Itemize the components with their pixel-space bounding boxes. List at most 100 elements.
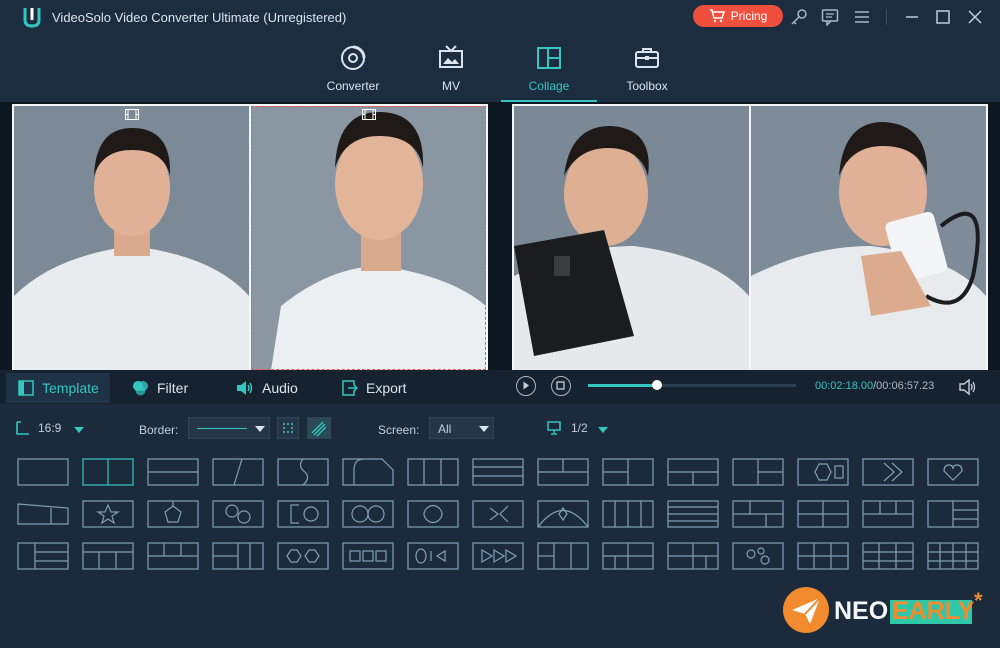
template-option[interactable] (342, 458, 394, 486)
key-icon[interactable] (790, 8, 808, 26)
video-cell-2[interactable] (251, 106, 486, 370)
volume-icon[interactable] (958, 378, 978, 396)
divider (886, 9, 887, 25)
border-grid-toggle[interactable] (277, 417, 299, 439)
template-layout-icon (147, 500, 199, 528)
template-option[interactable] (797, 500, 849, 528)
border-line-preview (197, 428, 247, 429)
template-option[interactable] (732, 500, 784, 528)
template-layout-icon (667, 458, 719, 486)
template-option[interactable] (407, 458, 459, 486)
tab-template[interactable]: Template (6, 373, 110, 403)
play-button[interactable] (516, 376, 536, 396)
stop-icon (556, 381, 565, 390)
template-option[interactable] (342, 542, 394, 570)
template-option[interactable] (537, 458, 589, 486)
feedback-icon[interactable] (821, 8, 839, 26)
ratio-select[interactable]: 16:9 (16, 421, 61, 435)
tab-label: Template (42, 380, 99, 396)
template-option[interactable] (537, 542, 589, 570)
template-option[interactable] (82, 542, 134, 570)
template-option[interactable] (147, 458, 199, 486)
template-option[interactable] (277, 542, 329, 570)
template-option[interactable] (212, 500, 264, 528)
template-option[interactable] (862, 458, 914, 486)
template-option[interactable] (927, 500, 979, 528)
template-option[interactable] (342, 500, 394, 528)
template-option[interactable] (667, 542, 719, 570)
video-frame (14, 106, 249, 370)
template-option[interactable] (82, 458, 134, 486)
tab-converter[interactable]: Converter (305, 34, 401, 102)
template-option[interactable] (732, 542, 784, 570)
template-option[interactable] (537, 500, 589, 528)
chevron-down-icon[interactable] (598, 427, 608, 433)
template-option[interactable] (407, 500, 459, 528)
border-style-dropdown[interactable] (188, 417, 270, 439)
video-frame (751, 106, 986, 370)
template-option[interactable] (407, 542, 459, 570)
progress-handle[interactable] (651, 380, 662, 390)
template-option[interactable] (667, 458, 719, 486)
svg-text:EARLY: EARLY (892, 597, 975, 625)
screen-dropdown[interactable]: All (429, 417, 494, 439)
template-layout-icon (147, 458, 199, 486)
pricing-label: Pricing (730, 9, 768, 23)
template-option[interactable] (472, 500, 524, 528)
video-frame (514, 106, 749, 370)
template-option[interactable] (862, 542, 914, 570)
tab-collage[interactable]: Collage (501, 34, 597, 102)
template-layout-icon (82, 500, 134, 528)
tab-label: Toolbox (626, 79, 668, 93)
progress-bar[interactable] (588, 380, 796, 390)
template-option[interactable] (17, 500, 69, 528)
template-layout-icon (472, 500, 524, 528)
template-option[interactable] (472, 542, 524, 570)
template-layout-icon (147, 542, 199, 570)
template-layout-icon (342, 542, 394, 570)
template-option[interactable] (602, 458, 654, 486)
stop-button[interactable] (551, 376, 571, 396)
template-option[interactable] (602, 542, 654, 570)
preview-cell-2 (751, 106, 986, 370)
border-pattern-toggle[interactable] (307, 417, 331, 439)
template-option[interactable] (472, 458, 524, 486)
template-option[interactable] (862, 500, 914, 528)
pricing-button[interactable]: Pricing (693, 5, 783, 27)
tab-export[interactable]: Export (342, 373, 406, 403)
template-layout-icon (797, 458, 849, 486)
template-option[interactable] (277, 458, 329, 486)
template-option[interactable] (212, 458, 264, 486)
current-time: 00:02:18.00 (815, 380, 874, 392)
tab-mv[interactable]: MV (403, 34, 499, 102)
template-option[interactable] (147, 542, 199, 570)
template-option[interactable] (147, 500, 199, 528)
tab-toolbox[interactable]: Toolbox (599, 34, 695, 102)
page-select[interactable]: 1/2 (547, 421, 588, 435)
template-layout-icon (342, 500, 394, 528)
template-layout-icon (82, 542, 134, 570)
template-option[interactable] (277, 500, 329, 528)
template-option[interactable] (797, 458, 849, 486)
template-option[interactable] (927, 458, 979, 486)
template-option[interactable] (732, 458, 784, 486)
template-option[interactable] (17, 542, 69, 570)
template-option[interactable] (927, 542, 979, 570)
screen-label: Screen: (378, 423, 420, 437)
chevron-down-icon[interactable] (74, 427, 84, 433)
close-icon[interactable] (966, 8, 984, 26)
template-layout-icon (602, 500, 654, 528)
maximize-icon[interactable] (934, 8, 952, 26)
template-option[interactable] (82, 500, 134, 528)
template-option[interactable] (602, 500, 654, 528)
template-option[interactable] (797, 542, 849, 570)
minimize-icon[interactable] (903, 8, 921, 26)
tab-audio[interactable]: Audio (236, 373, 298, 403)
video-cell-1[interactable] (14, 106, 249, 370)
template-option[interactable] (667, 500, 719, 528)
template-layout-icon (472, 542, 524, 570)
menu-icon[interactable] (853, 8, 871, 26)
tab-filter[interactable]: Filter (132, 373, 188, 403)
template-option[interactable] (17, 458, 69, 486)
template-option[interactable] (212, 542, 264, 570)
